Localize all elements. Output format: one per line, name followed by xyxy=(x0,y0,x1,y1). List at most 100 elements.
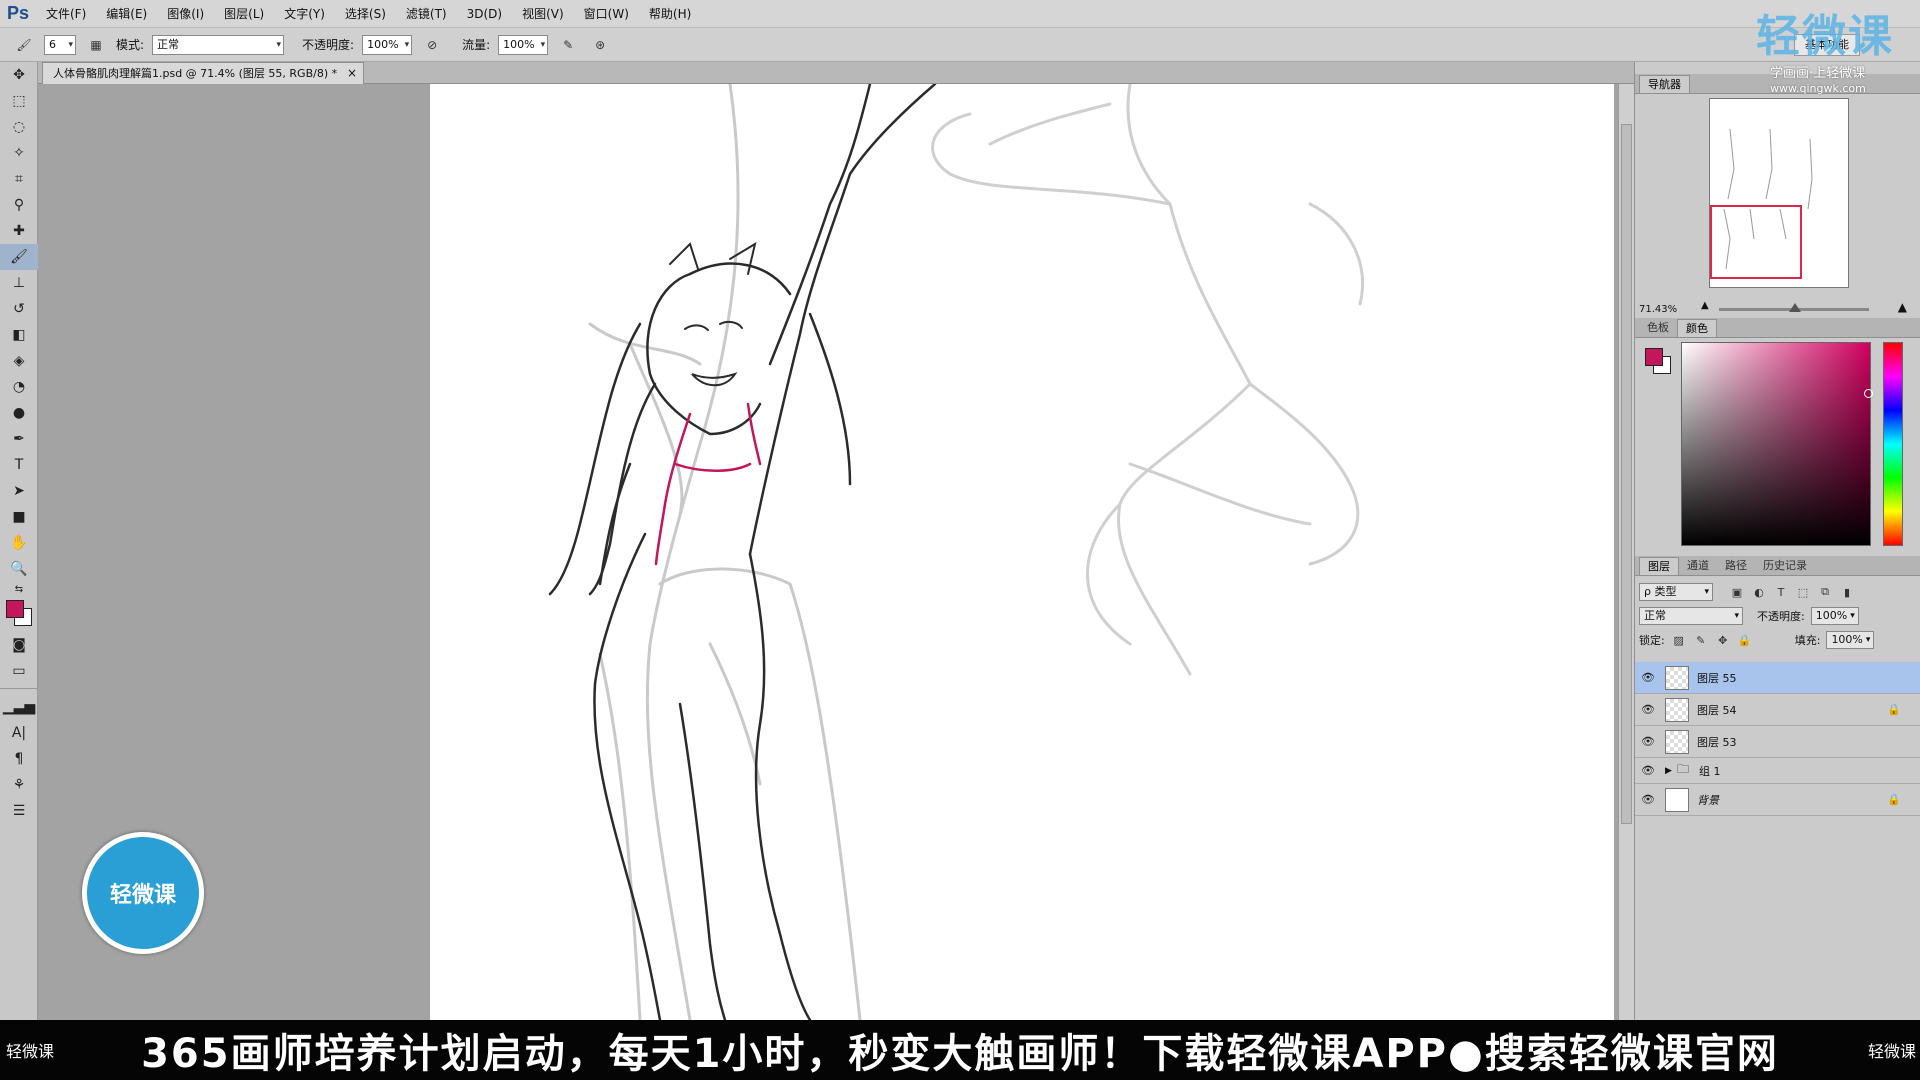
healing-brush-tool-icon[interactable]: ✚ xyxy=(0,218,38,244)
tab-color[interactable]: 颜色 xyxy=(1677,319,1717,337)
menu-select[interactable]: 选择(S) xyxy=(335,0,396,28)
blur-tool-icon[interactable]: ◔ xyxy=(0,374,38,400)
eraser-tool-icon[interactable]: ◧ xyxy=(0,322,38,348)
zoom-in-icon[interactable]: ▲ xyxy=(1898,300,1907,314)
foreground-color-swatch[interactable] xyxy=(6,600,24,618)
lock-transparency-icon[interactable]: ▨ xyxy=(1671,632,1687,648)
menu-3d[interactable]: 3D(D) xyxy=(457,0,512,28)
shape-tool-icon[interactable]: ■ xyxy=(0,504,38,530)
menu-filter[interactable]: 滤镜(T) xyxy=(396,0,457,28)
menu-file[interactable]: 文件(F) xyxy=(36,0,96,28)
brush-preset-icon[interactable]: 🖌 xyxy=(12,34,36,56)
filter-shape-icon[interactable]: ⬚ xyxy=(1795,584,1811,600)
menu-help[interactable]: 帮助(H) xyxy=(639,0,701,28)
eye-icon[interactable]: 👁 xyxy=(1635,735,1661,748)
lock-position-icon[interactable]: ✥ xyxy=(1715,632,1731,648)
character-panel-icon[interactable]: A| xyxy=(0,720,38,746)
paint-bucket-tool-icon[interactable]: ◈ xyxy=(0,348,38,374)
filter-type-icon[interactable]: T xyxy=(1773,584,1789,600)
color-picker-marker[interactable] xyxy=(1864,389,1873,398)
airbrush-icon[interactable]: ✎ xyxy=(556,34,580,56)
lock-pixels-icon[interactable]: ✎ xyxy=(1693,632,1709,648)
chevron-right-icon[interactable]: ▶ xyxy=(1665,766,1677,776)
fill-input[interactable]: 100% ▾ xyxy=(1826,631,1875,649)
panel-foreground-color[interactable] xyxy=(1645,348,1663,366)
menu-edit[interactable]: 编辑(E) xyxy=(96,0,157,28)
type-tool-icon[interactable]: T xyxy=(0,452,38,478)
opacity-input[interactable]: 100% ▾ xyxy=(362,34,413,55)
zoom-tool-icon[interactable]: 🔍 xyxy=(0,556,38,582)
menu-image[interactable]: 图像(I) xyxy=(157,0,214,28)
mode-select[interactable]: 正常 ▾ xyxy=(152,34,285,55)
menu-type[interactable]: 文字(Y) xyxy=(274,0,335,28)
screen-mode-icon[interactable]: ▭ xyxy=(0,658,38,684)
clone-stamp-tool-icon[interactable]: ⊥ xyxy=(0,270,38,296)
adjustments-icon[interactable]: ☰ xyxy=(0,798,38,824)
canvas-area[interactable] xyxy=(38,84,1634,1020)
tab-history[interactable]: 历史记录 xyxy=(1755,557,1815,575)
filter-smart-object-icon[interactable]: ⧉ xyxy=(1817,584,1833,600)
blend-mode-select[interactable]: 正常 ▾ xyxy=(1639,607,1743,625)
drawing-canvas[interactable] xyxy=(430,84,1614,1020)
vertical-scrollbar[interactable] xyxy=(1618,84,1634,1020)
eye-icon[interactable]: 👁 xyxy=(1635,764,1661,777)
lock-all-icon[interactable]: 🔒 xyxy=(1737,632,1753,648)
layer-opacity-input[interactable]: 100% ▾ xyxy=(1810,607,1859,625)
eyedropper-tool-icon[interactable]: ⚲ xyxy=(0,192,38,218)
close-icon[interactable]: × xyxy=(347,63,357,84)
brush-presets-icon[interactable]: ⚘ xyxy=(0,772,38,798)
paragraph-panel-icon[interactable]: ¶ xyxy=(0,746,38,772)
zoom-slider-knob[interactable] xyxy=(1789,303,1801,312)
filter-toggle-icon[interactable]: ▮ xyxy=(1839,584,1855,600)
tab-layers[interactable]: 图层 xyxy=(1639,557,1679,575)
hue-slider[interactable] xyxy=(1883,342,1903,546)
brush-size-picker[interactable]: 6 ▾ xyxy=(44,34,76,55)
pen-tool-icon[interactable]: ✒ xyxy=(0,426,38,452)
tab-swatches[interactable]: 色板 xyxy=(1639,319,1677,337)
tab-navigator[interactable]: 导航器 xyxy=(1639,75,1690,93)
document-tab[interactable]: 人体骨骼肌肉理解篇1.psd @ 71.4% (图层 55, RGB/8) * … xyxy=(42,62,365,84)
layer-row-53[interactable]: 👁 图层 53 xyxy=(1635,726,1920,758)
eye-icon[interactable]: 👁 xyxy=(1635,703,1661,716)
layer-row-background[interactable]: 👁 背景 🔒 xyxy=(1635,784,1920,816)
hand-tool-icon[interactable]: ✋ xyxy=(0,530,38,556)
navigator-thumbnail[interactable] xyxy=(1709,98,1849,288)
layer-row-54[interactable]: 👁 图层 54 🔒 xyxy=(1635,694,1920,726)
eye-icon[interactable]: 👁 xyxy=(1635,671,1661,684)
menu-window[interactable]: 窗口(W) xyxy=(574,0,639,28)
navigator-zoom-slider[interactable] xyxy=(1719,303,1869,312)
filter-adjustment-icon[interactable]: ◐ xyxy=(1751,584,1767,600)
color-picker-field[interactable] xyxy=(1681,342,1873,546)
filter-pixel-icon[interactable]: ▣ xyxy=(1729,584,1745,600)
lasso-tool-icon[interactable]: ◌ xyxy=(0,114,38,140)
menu-layer[interactable]: 图层(L) xyxy=(214,0,274,28)
history-brush-tool-icon[interactable]: ↺ xyxy=(0,296,38,322)
flow-input[interactable]: 100% ▾ xyxy=(498,34,549,55)
menu-view[interactable]: 视图(V) xyxy=(512,0,574,28)
navigator-zoom-value[interactable]: 71.43% xyxy=(1639,304,1677,315)
marquee-tool-icon[interactable]: ⬚ xyxy=(0,88,38,114)
swap-colors-icon[interactable]: ⇆ xyxy=(0,582,38,596)
quick-mask-icon[interactable]: ◙ xyxy=(0,632,38,658)
navigator-view-rectangle[interactable] xyxy=(1710,205,1802,279)
histogram-icon[interactable]: ▁▃▅ xyxy=(0,694,38,720)
move-tool-icon[interactable]: ✥ xyxy=(0,62,38,88)
scrollbar-thumb[interactable] xyxy=(1621,124,1632,824)
zoom-out-icon[interactable]: ▲ xyxy=(1701,300,1709,311)
color-swatches[interactable] xyxy=(0,596,38,632)
pressure-opacity-icon[interactable]: ⊘ xyxy=(420,34,444,56)
brush-tool-icon[interactable]: 🖌 xyxy=(0,244,38,270)
pressure-size-icon[interactable]: ⊛ xyxy=(588,34,612,56)
tab-channels[interactable]: 通道 xyxy=(1679,557,1717,575)
eye-icon[interactable]: 👁 xyxy=(1635,793,1661,806)
layer-group-row[interactable]: 👁 ▶ 🗀 组 1 xyxy=(1635,758,1920,784)
quick-select-tool-icon[interactable]: ✧ xyxy=(0,140,38,166)
crop-tool-icon[interactable]: ⌗ xyxy=(0,166,38,192)
path-select-tool-icon[interactable]: ➤ xyxy=(0,478,38,504)
opacity-value: 100% xyxy=(367,37,399,51)
brush-panel-toggle-icon[interactable]: ▦ xyxy=(84,34,108,56)
layer-row-55[interactable]: 👁 图层 55 xyxy=(1635,662,1920,694)
dodge-tool-icon[interactable]: ● xyxy=(0,400,38,426)
layer-filter-select[interactable]: ρ 类型 ▾ xyxy=(1639,583,1713,601)
tab-paths[interactable]: 路径 xyxy=(1717,557,1755,575)
